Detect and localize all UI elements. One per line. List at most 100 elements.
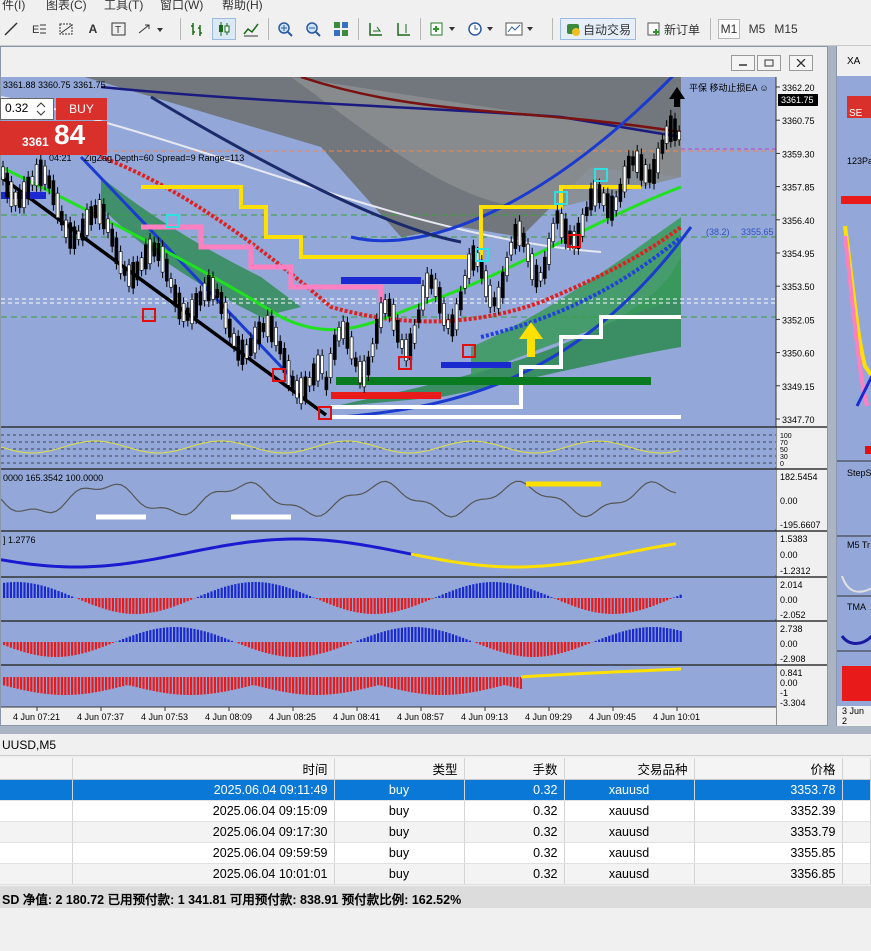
subwindow-tick-label: 0.00 — [780, 639, 798, 649]
price-tick-label: 3352.05 — [782, 315, 815, 325]
autotrade-icon — [566, 24, 580, 36]
order-symbol: xauusd — [564, 842, 695, 864]
order-row[interactable]: 2025.06.04 09:17:30 buy 0.32 xauusd 3353.79 — [0, 821, 871, 843]
line-tool-icon[interactable] — [2, 18, 20, 40]
second-chart-window: XA SE 123Pa StepS M5 Tr TMA 3 Jun 2 — [836, 46, 871, 726]
new-order-label: 新订单 — [663, 22, 700, 37]
indicator-subwindow — [1, 531, 776, 575]
gann-tool-icon[interactable] — [56, 18, 78, 40]
candlestick-icon[interactable] — [212, 18, 236, 40]
menu-bar: 件(I) 图表(C) 工具(T) 窗口(W) 帮助(H) — [0, 0, 871, 12]
tile-windows-icon[interactable] — [330, 18, 352, 40]
indicator-info-label: ZigZag Depth=60 Spread=9 Range=113 — [84, 153, 244, 163]
price-tick-label: 3349.15 — [782, 382, 815, 392]
menu-help[interactable]: 帮助(H) — [222, 0, 263, 12]
column-header-extra — [842, 758, 871, 780]
orders-table: 时间 类型 手数 交易品种 价格 2025.06.04 09:11:49 buy 0… — [0, 758, 871, 885]
order-cell-blank — [0, 863, 73, 885]
zoom-in-icon[interactable] — [274, 18, 296, 40]
order-type: buy — [334, 842, 465, 864]
buy-price-suffix: 84 — [54, 119, 86, 150]
buy-price-prefix: 3361 — [22, 135, 49, 149]
subwindow-tick-label: 0.841 — [780, 668, 803, 678]
templates-icon[interactable] — [504, 18, 538, 40]
fibo-level-price: 3355.65 — [741, 227, 774, 237]
time-tick-label: 4 Jun 07:53 — [141, 712, 188, 722]
order-symbol: xauusd — [564, 779, 695, 801]
chart-plot[interactable]: 3361.88 3360.75 3361.75 04:21 ZigZag Dep… — [0, 55, 827, 725]
timeframe-m15[interactable]: M15 — [772, 18, 800, 40]
second-chart-sell-button[interactable]: SE — [849, 108, 862, 119]
subwindow-tick-label: 0 — [780, 461, 784, 468]
zoom-out-icon[interactable] — [302, 18, 324, 40]
order-time: 2025.06.04 09:59:59 — [72, 842, 335, 864]
order-row[interactable]: 2025.06.04 09:11:49 buy 0.32 xauusd 3353.78 — [0, 779, 871, 801]
line-chart-icon[interactable] — [240, 18, 262, 40]
column-header-price[interactable]: 价格 — [694, 758, 843, 780]
autoscroll-icon[interactable] — [364, 18, 386, 40]
arrows-tool-icon[interactable] — [136, 18, 166, 40]
order-time: 2025.06.04 09:17:30 — [72, 821, 335, 843]
menu-charts[interactable]: 图表(C) — [46, 0, 87, 12]
subwindow-tick-label: -3.304 — [780, 698, 806, 708]
timeframe-m5[interactable]: M5 — [744, 18, 770, 40]
order-row[interactable]: 2025.06.04 09:15:09 buy 0.32 xauusd 3352.39 — [0, 800, 871, 822]
subwindow-tick-label: 0.00 — [780, 550, 798, 560]
buy-price-display[interactable]: 3361 84 — [0, 119, 107, 155]
subwindow-tick-label: 0.00 — [780, 595, 798, 605]
order-type: buy — [334, 800, 465, 822]
time-tick-label: 4 Jun 10:01 — [653, 712, 700, 722]
menu-window[interactable]: 窗口(W) — [160, 0, 203, 12]
timeframe-m1[interactable]: M1 — [718, 19, 740, 39]
menu-file[interactable]: 件(I) — [2, 0, 25, 12]
chart-shift-icon[interactable] — [392, 18, 414, 40]
order-cell-blank — [0, 842, 73, 864]
second-chart-title: XA — [837, 46, 871, 76]
order-cell-blank — [842, 800, 871, 822]
menu-tools[interactable]: 工具(T) — [104, 0, 143, 12]
fibo-level-label: (38.2) — [706, 227, 730, 237]
order-cell-blank — [0, 800, 73, 822]
indicator-subwindow — [1, 427, 776, 467]
periods-clock-icon[interactable] — [466, 18, 498, 40]
column-header-time[interactable]: 时间 — [72, 758, 335, 780]
second-chart-time-tick: 3 Jun 2 — [842, 706, 865, 726]
subwindow-tick-label: 100 — [780, 433, 792, 440]
order-price: 3355.85 — [694, 842, 843, 864]
fibo-tool-icon[interactable]: E — [28, 18, 50, 40]
column-header-type[interactable]: 类型 — [334, 758, 465, 780]
order-type: buy — [334, 779, 465, 801]
column-header-lots[interactable]: 手数 — [464, 758, 565, 780]
toolbar: E A T 自动交易 新订单 M1 M5 M15 — [0, 12, 871, 46]
order-cell-blank — [0, 821, 73, 843]
minimize-button[interactable] — [731, 55, 755, 71]
close-button[interactable] — [789, 55, 813, 71]
minimize-icon — [739, 64, 747, 66]
indicator-subwindow — [1, 469, 776, 529]
text-tool-icon[interactable]: A — [84, 18, 102, 40]
lot-stepper-icon[interactable] — [36, 102, 46, 116]
column-header-symbol[interactable]: 交易品种 — [564, 758, 695, 780]
price-tick-label: 3362.20 — [782, 83, 815, 93]
label-tool-icon[interactable]: T — [108, 18, 130, 40]
buy-button[interactable]: BUY — [56, 98, 107, 120]
order-row[interactable]: 2025.06.04 10:01:01 buy 0.32 xauusd 3356.85 — [0, 863, 871, 885]
restore-button[interactable] — [757, 55, 781, 71]
order-cell-blank — [0, 779, 73, 801]
autotrade-button[interactable]: 自动交易 — [560, 18, 636, 40]
subwindow-tick-label: 70 — [780, 440, 788, 447]
subwindow-tick-label: -1.2312 — [780, 566, 811, 576]
time-tick-label: 4 Jun 09:13 — [461, 712, 508, 722]
chart-window-caption — [1, 47, 827, 77]
time-tick-label: 4 Jun 08:09 — [205, 712, 252, 722]
subwindow-tick-label: -2.052 — [780, 610, 806, 620]
order-row[interactable]: 2025.06.04 09:59:59 buy 0.32 xauusd 3355.85 — [0, 842, 871, 864]
indicators-icon[interactable] — [428, 18, 460, 40]
new-order-button[interactable]: 新订单 — [642, 18, 704, 40]
time-tick-label: 4 Jun 08:25 — [269, 712, 316, 722]
order-symbol: xauusd — [564, 863, 695, 885]
second-chart-sub-label: StepS — [847, 468, 871, 478]
subwindow-tick-label: 0.00 — [780, 678, 798, 688]
bar-chart-icon[interactable] — [186, 18, 208, 40]
price-tick-label: 3360.75 — [782, 116, 815, 126]
